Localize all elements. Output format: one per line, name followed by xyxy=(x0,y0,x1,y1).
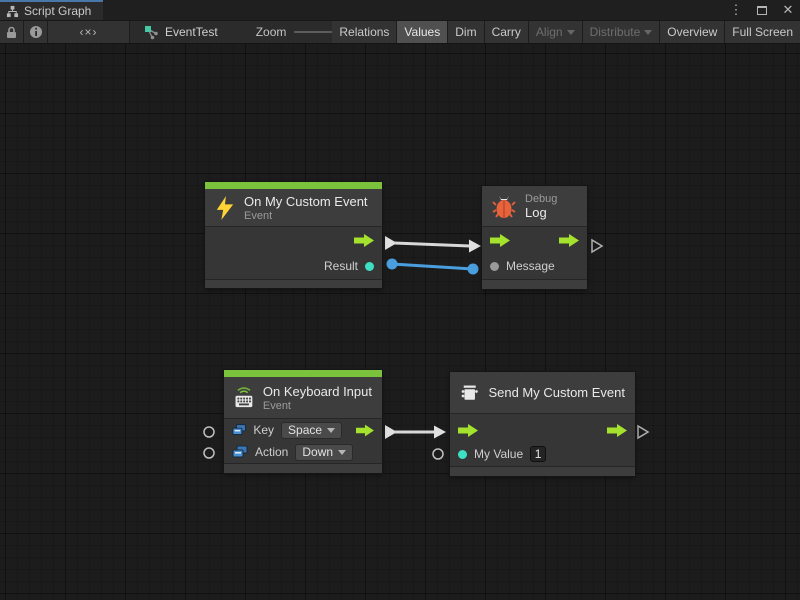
event-accent-bar xyxy=(224,370,382,377)
my-value-input[interactable]: 1 xyxy=(530,446,546,462)
graph-canvas[interactable]: On My Custom Event Event Result xyxy=(0,44,800,600)
control-input-port[interactable] xyxy=(458,424,478,437)
node-footer xyxy=(450,466,635,476)
value-connection[interactable] xyxy=(387,259,479,275)
node-footer xyxy=(224,463,382,473)
toolbar-buttons: Relations Values Dim Carry Align Distrib… xyxy=(332,21,800,43)
overview-button[interactable]: Overview xyxy=(660,21,724,43)
lightning-icon xyxy=(215,195,235,221)
port-label-result: Result xyxy=(324,259,358,273)
control-output-stub[interactable] xyxy=(638,426,648,438)
graph-hierarchy-icon xyxy=(6,5,19,18)
port-label-my-value: My Value xyxy=(474,447,523,461)
action-dropdown[interactable]: Down xyxy=(295,444,353,461)
node-on-my-custom-event[interactable]: On My Custom Event Event Result xyxy=(205,182,382,288)
node-kind: Debug xyxy=(525,193,557,205)
maximize-icon[interactable] xyxy=(754,2,770,18)
control-output-port[interactable] xyxy=(559,234,579,247)
distribute-button[interactable]: Distribute xyxy=(583,21,660,43)
custom-event-icon xyxy=(460,380,479,406)
code-preview-icon: ‹×› xyxy=(80,25,98,39)
keyboard-icon xyxy=(234,384,254,412)
node-subtitle: Event xyxy=(263,400,372,412)
port-label-message: Message xyxy=(506,259,555,273)
control-connection[interactable] xyxy=(385,425,446,439)
tab-title: Script Graph xyxy=(24,4,91,18)
chevron-down-icon xyxy=(567,30,575,35)
node-on-keyboard-input[interactable]: On Keyboard Input Event Key Space xyxy=(224,370,382,473)
enum-icon xyxy=(232,423,246,437)
node-title: Log xyxy=(525,205,557,220)
more-menu-icon[interactable]: ⋮ xyxy=(728,2,744,18)
enum-icon xyxy=(232,445,248,459)
tab-script-graph[interactable]: Script Graph xyxy=(0,0,103,20)
value-input-stub[interactable] xyxy=(204,448,214,458)
node-footer xyxy=(205,279,382,288)
event-accent-bar xyxy=(205,182,382,189)
bug-icon xyxy=(492,193,516,219)
port-label-key: Key xyxy=(253,423,274,437)
carry-button[interactable]: Carry xyxy=(485,21,528,43)
node-send-my-custom-event[interactable]: Send My Custom Event My Value 1 xyxy=(450,372,635,476)
dropdown-caret-icon xyxy=(327,428,335,433)
value-input-stub[interactable] xyxy=(204,427,214,437)
control-input-port[interactable] xyxy=(490,234,510,247)
values-button[interactable]: Values xyxy=(397,21,447,43)
port-label-action: Action xyxy=(255,445,288,459)
lock-button[interactable] xyxy=(0,21,24,43)
control-connection[interactable] xyxy=(385,236,481,253)
graph-name: EventTest xyxy=(165,25,218,39)
graph-asset-icon xyxy=(144,25,159,40)
relations-button[interactable]: Relations xyxy=(332,21,396,43)
script-graph-window: Script Graph ⋮ ✕ ‹×› xyxy=(0,0,800,600)
chevron-down-icon xyxy=(644,30,652,35)
zoom-label: Zoom xyxy=(256,25,287,39)
control-output-port[interactable] xyxy=(356,424,374,437)
key-dropdown[interactable]: Space xyxy=(281,422,342,439)
window-controls: ⋮ ✕ xyxy=(728,0,796,20)
node-debug-log[interactable]: Debug Log Message xyxy=(482,186,587,289)
node-title: Send My Custom Event xyxy=(488,385,625,400)
value-input-port[interactable] xyxy=(490,262,499,271)
node-footer xyxy=(482,279,587,289)
value-input-stub[interactable] xyxy=(433,449,443,459)
close-icon[interactable]: ✕ xyxy=(780,2,796,18)
value-output-port[interactable] xyxy=(365,262,374,271)
tab-bar: Script Graph ⋮ ✕ xyxy=(0,0,800,20)
dropdown-caret-icon xyxy=(338,450,346,455)
control-output-port[interactable] xyxy=(354,234,374,247)
control-output-port[interactable] xyxy=(607,424,627,437)
info-icon xyxy=(29,25,43,39)
dim-button[interactable]: Dim xyxy=(448,21,483,43)
fullscreen-button[interactable]: Full Screen xyxy=(725,21,800,43)
code-preview-button[interactable]: ‹×› xyxy=(48,21,130,43)
node-title: On Keyboard Input xyxy=(263,384,372,399)
node-subtitle: Event xyxy=(244,210,368,222)
value-input-port[interactable] xyxy=(458,450,467,459)
graph-reference[interactable]: EventTest xyxy=(130,21,228,43)
info-button[interactable] xyxy=(24,21,48,43)
connections-layer xyxy=(0,44,800,600)
control-output-stub[interactable] xyxy=(592,240,602,252)
lock-icon xyxy=(6,26,17,39)
node-title: On My Custom Event xyxy=(244,194,368,209)
align-button[interactable]: Align xyxy=(529,21,582,43)
